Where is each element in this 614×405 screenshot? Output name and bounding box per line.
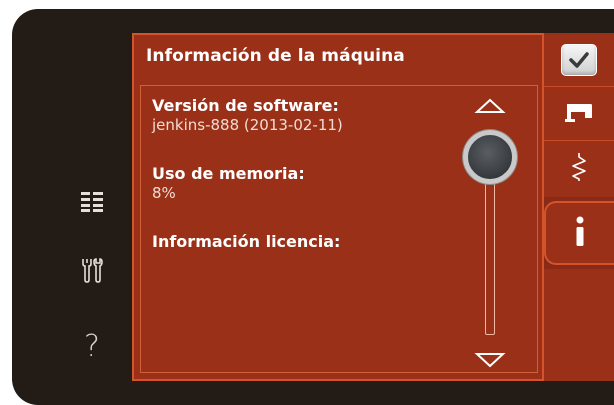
checkbox-icon	[561, 43, 597, 76]
info-content: Versión de software: jenkins-888 (2013-0…	[140, 85, 538, 373]
software-version-label: Versión de software:	[152, 96, 339, 115]
tools-icon	[81, 257, 103, 283]
list-icon	[81, 192, 103, 212]
info-icon	[574, 216, 586, 250]
memory-usage-label: Uso de memoria:	[152, 164, 305, 183]
help-icon: ?	[84, 329, 100, 364]
arrow-down-icon	[474, 353, 506, 368]
memory-usage-value: 8%	[152, 184, 176, 202]
tab-sewing[interactable]	[544, 87, 614, 141]
memory-usage-field: Uso de memoria: 8%	[152, 164, 305, 202]
scrollbar-thumb[interactable]	[463, 130, 517, 184]
device-screen: ? Información de la máquina Versión de s…	[12, 9, 614, 405]
right-tab-strip	[544, 33, 614, 381]
scroll-up-button[interactable]	[472, 97, 508, 119]
menu-list-button[interactable]	[70, 183, 114, 221]
tab-stitch[interactable]	[544, 141, 614, 197]
license-info-label: Información licencia:	[152, 232, 341, 251]
sewing-machine-icon	[565, 102, 593, 126]
software-version-value: jenkins-888 (2013-02-11)	[152, 116, 343, 134]
tab-info[interactable]	[544, 201, 614, 265]
tab-confirm[interactable]	[544, 33, 614, 87]
scrollbar-track[interactable]	[485, 172, 495, 335]
panel-title: Información de la máquina	[146, 46, 405, 66]
machine-info-panel: Información de la máquina Versión de sof…	[132, 33, 544, 381]
zigzag-stitch-icon	[570, 152, 588, 186]
license-info-field: Información licencia:	[152, 232, 340, 252]
settings-tools-button[interactable]	[70, 251, 114, 289]
left-nav: ?	[12, 9, 132, 405]
help-button[interactable]: ?	[70, 328, 114, 366]
scroll-down-button[interactable]	[472, 351, 508, 373]
software-version-field: Versión de software: jenkins-888 (2013-0…	[152, 96, 343, 134]
arrow-up-icon	[474, 98, 506, 113]
tab-empty-area	[544, 269, 614, 381]
panel-title-bar: Información de la máquina	[134, 35, 542, 81]
